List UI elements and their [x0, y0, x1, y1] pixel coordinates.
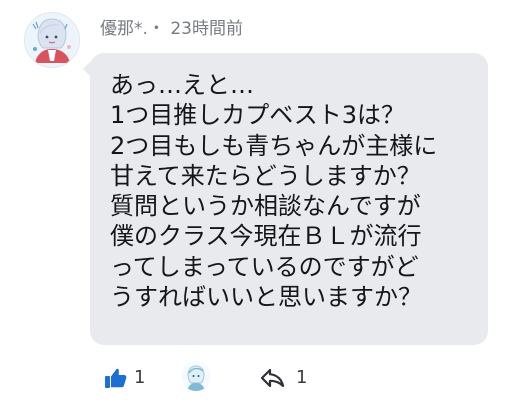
comment-body: あっ…えと… 1つ目推しカプベスト3は？ 2つ目もしも青ちゃんが主様に 甘えて来…: [110, 71, 438, 312]
thumbs-up-svg: [105, 368, 127, 388]
author-name[interactable]: 優那*.・: [100, 19, 165, 39]
reply-arrow-icon[interactable]: [259, 366, 287, 390]
comment-header: 優那*.・ 23時間前: [100, 14, 243, 39]
reply-count[interactable]: 1: [296, 367, 307, 388]
like-count[interactable]: 1: [134, 367, 145, 388]
timestamp: 23時間前: [170, 19, 243, 39]
avatar-illustration: [25, 13, 79, 67]
comment-actions: 1 1: [0, 355, 512, 399]
reply-arrow-svg: [260, 368, 285, 388]
reactor-avatar-illustration: [181, 361, 211, 391]
reactor-avatar[interactable]: [181, 361, 211, 391]
thumbs-up-icon[interactable]: [104, 366, 128, 390]
avatar[interactable]: [24, 12, 80, 68]
